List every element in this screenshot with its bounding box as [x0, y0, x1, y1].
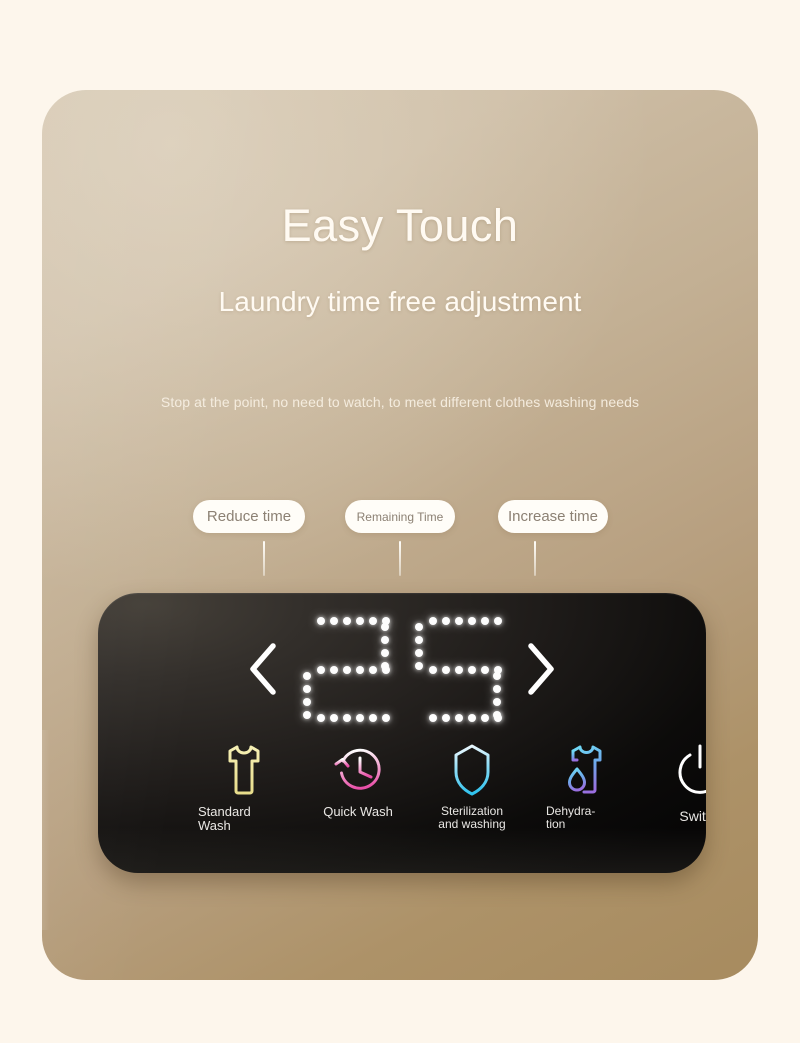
page-title: Easy Touch — [281, 200, 519, 251]
button-sterilization-and-washing[interactable]: Sterilization and washing — [416, 741, 528, 831]
power-icon — [678, 744, 706, 794]
shield-plus-icon — [454, 744, 490, 796]
button-label: Dehydra-tion — [546, 804, 596, 831]
button-switch[interactable]: Switch — [644, 741, 706, 824]
control-panel: 25 StandardWash — [98, 593, 706, 873]
button-label: Switch — [679, 808, 706, 824]
function-button-row: Standard Wash Quick Wash Sterilization a… — [98, 741, 706, 861]
time-display: 25 — [288, 617, 516, 722]
callout-reduce-time: Reduce time — [193, 500, 305, 533]
button-dehydration[interactable]: Dehydra-tion — [530, 741, 642, 831]
page-subtitle: Laundry time free adjustment — [218, 286, 582, 317]
button-label: Sterilization and washing — [438, 804, 506, 831]
chevron-right-icon[interactable] — [520, 640, 560, 698]
display-digit-1 — [298, 617, 394, 722]
callout-leader-line-remaining — [399, 541, 401, 576]
button-quick-wash[interactable]: Quick Wash — [302, 741, 414, 819]
button-label: Quick Wash — [323, 804, 393, 819]
chevron-left-icon[interactable] — [244, 640, 284, 698]
display-digit-2 — [410, 617, 506, 722]
product-card: Easy Touch Laundry time free adjustment … — [42, 90, 758, 980]
tshirt-droplet-icon — [568, 745, 602, 794]
edge-reflection — [42, 730, 50, 930]
callout-leader-line-increase — [534, 541, 536, 576]
button-standard-wash[interactable]: Standard Wash — [188, 741, 300, 833]
callout-increase-time: Increase time — [498, 500, 608, 533]
clock-rotate-icon — [334, 748, 381, 790]
tshirt-icon — [228, 745, 260, 795]
callout-leader-line-reduce — [263, 541, 265, 576]
callout-remaining-time: Remaining Time — [345, 500, 455, 533]
page-description: Stop at the point, no need to watch, to … — [160, 394, 640, 410]
button-label: Standard Wash — [198, 804, 251, 834]
